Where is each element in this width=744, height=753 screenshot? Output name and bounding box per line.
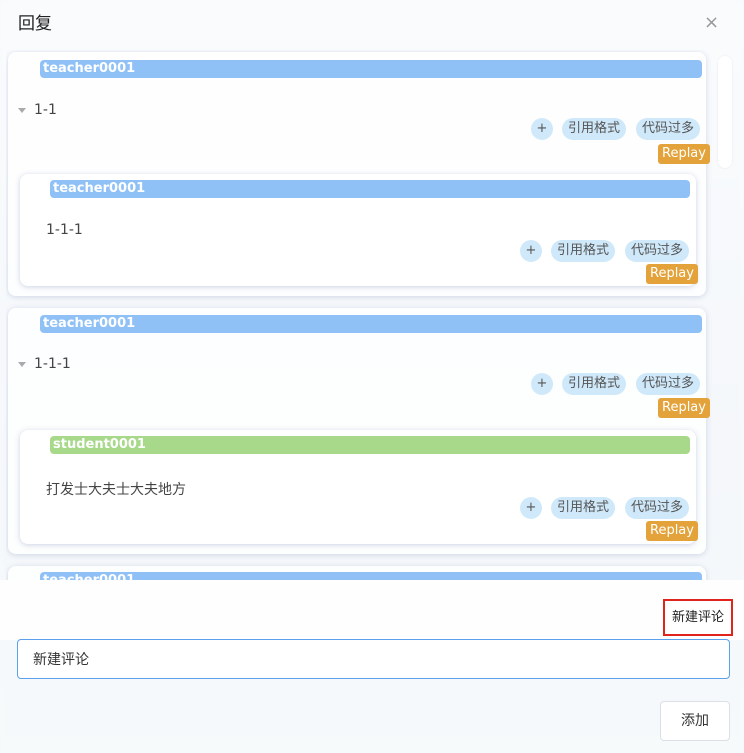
replay-button[interactable]: Replay (646, 264, 698, 284)
quote-format-button[interactable]: 引用格式 (562, 118, 627, 140)
quote-format-button[interactable]: 引用格式 (551, 497, 616, 519)
comment-card: teacher0001 (8, 566, 706, 580)
collapse-caret-icon[interactable] (18, 361, 26, 367)
quote-format-button[interactable]: 引用格式 (551, 240, 616, 262)
list-fade (0, 580, 744, 640)
comment-content: 1-1 (18, 102, 57, 118)
plus-button[interactable]: + (520, 240, 542, 262)
add-button[interactable]: 添加 (660, 701, 730, 741)
comment-content: 1-1-1 (18, 356, 71, 372)
reply-content: 打发士大夫士大夫地方 (46, 482, 186, 498)
code-too-much-button[interactable]: 代码过多 (625, 240, 690, 262)
reply-username: teacher0001 (50, 180, 690, 198)
reply-dialog: 回复 × teacher0001 1-1 + 引用格式 代码过多 Replay … (0, 0, 744, 753)
comment-card: teacher0001 1-1 + 引用格式 代码过多 Replay teach… (8, 52, 710, 296)
code-too-much-button[interactable]: 代码过多 (636, 373, 701, 395)
dialog-title: 回复 (18, 14, 52, 34)
code-too-much-button[interactable]: 代码过多 (625, 497, 690, 519)
collapse-caret-icon[interactable] (18, 107, 26, 113)
comment-username: teacher0001 (40, 315, 702, 333)
quote-format-button[interactable]: 引用格式 (562, 373, 627, 395)
comment-username: teacher0001 (40, 60, 702, 78)
new-comment-label[interactable]: 新建评论 (663, 599, 733, 636)
plus-button[interactable]: + (531, 118, 553, 140)
reply-card: teacher0001 1-1-1 + 引用格式 代码过多 Replay (20, 174, 698, 286)
comment-card: teacher0001 1-1-1 + 引用格式 代码过多 Replay stu… (8, 308, 710, 554)
new-comment-input[interactable] (17, 639, 730, 679)
comment-username: teacher0001 (40, 572, 702, 580)
code-too-much-button[interactable]: 代码过多 (636, 118, 701, 140)
replay-button[interactable]: Replay (658, 144, 710, 164)
replay-button[interactable]: Replay (646, 521, 698, 541)
replay-button[interactable]: Replay (658, 398, 710, 418)
close-icon[interactable]: × (704, 14, 719, 32)
plus-button[interactable]: + (520, 497, 542, 519)
reply-card: student0001 打发士大夫士大夫地方 + 引用格式 代码过多 Repla… (20, 430, 698, 544)
plus-button[interactable]: + (531, 373, 553, 395)
reply-username: student0001 (50, 436, 690, 454)
reply-content: 1-1-1 (46, 222, 83, 238)
scrollbar-thumb[interactable] (718, 56, 732, 168)
comment-list[interactable]: teacher0001 1-1 + 引用格式 代码过多 Replay teach… (6, 50, 732, 580)
